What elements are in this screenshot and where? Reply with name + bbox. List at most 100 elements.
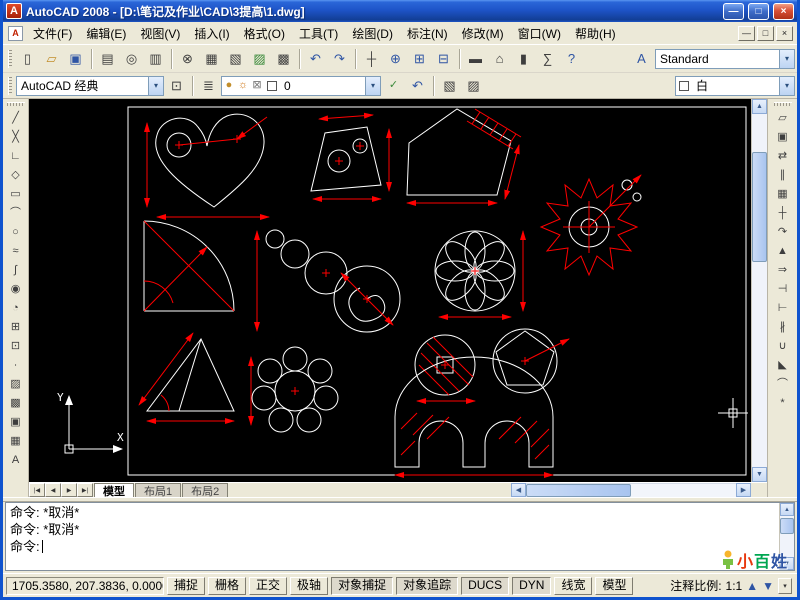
join-button[interactable]: ∪ [772,337,794,356]
revision-cloud-button[interactable]: ≈ [5,242,27,261]
status-menu-caret[interactable]: ▾ [778,578,792,594]
insert-block-button[interactable]: ⊞ [5,318,27,337]
model-tab[interactable]: 模型 [94,483,134,497]
scale-button[interactable]: ▲ [772,242,794,261]
horizontal-scrollbar-thumb[interactable] [526,484,631,497]
coordinates-display[interactable]: 1705.3580, 207.3836, 0.0000 [6,577,164,595]
make-block-button[interactable]: ⊡ [5,337,27,356]
command-input[interactable]: 命令: [10,538,775,555]
layer-previous-button[interactable]: ↶ [406,75,429,97]
close-button[interactable]: × [773,3,794,20]
trim-button[interactable]: ⊣ [772,280,794,299]
horizontal-scrollbar-track[interactable] [526,483,736,497]
offset-button[interactable]: ∥ [772,166,794,185]
region-button[interactable]: ▣ [5,413,27,432]
undo-button[interactable]: ↶ [304,48,327,70]
drawing-canvas[interactable]: Y X [29,99,751,482]
cut-button[interactable]: ⊗ [176,48,199,70]
chevron-down-icon[interactable]: ▾ [365,77,380,95]
menu-help[interactable]: 帮助(H) [568,22,623,45]
zoom-window-button[interactable]: ⊞ [408,48,431,70]
scroll-up-button[interactable]: ▲ [780,503,794,516]
qnew-button[interactable]: ▯ [16,48,39,70]
menu-draw[interactable]: 绘图(D) [345,22,400,45]
erase-button[interactable]: ▱ [772,109,794,128]
pan-button[interactable]: ┼ [360,48,383,70]
model-toggle[interactable]: 模型 [595,577,633,595]
annotation-autoscale-icon[interactable]: ▼ [762,580,774,592]
circle-button[interactable]: ○ [5,223,27,242]
table-button[interactable]: ▦ [5,432,27,451]
layer-isolate-button[interactable]: ▧ [438,75,461,97]
layer-properties-button[interactable]: ≣ [197,75,220,97]
layout2-tab[interactable]: 布局2 [182,483,228,497]
chamfer-button[interactable]: ◣ [772,356,794,375]
properties-button[interactable]: ▬ [464,48,487,70]
zoom-realtime-button[interactable]: ⊕ [384,48,407,70]
command-scrollbar-thumb[interactable] [780,518,794,534]
maximize-button[interactable]: □ [748,3,769,20]
snap-toggle[interactable]: 捕捉 [167,577,205,595]
explode-button[interactable]: * [772,394,794,413]
chevron-down-icon[interactable]: ▾ [779,77,794,95]
point-button[interactable]: ∙ [5,356,27,375]
copy-object-button[interactable]: ▣ [772,128,794,147]
layer-color-swatch[interactable] [267,81,277,91]
otrack-toggle[interactable]: 对象追踪 [396,577,458,595]
scroll-right-button[interactable]: ▶ [736,483,751,497]
chevron-down-icon[interactable]: ▾ [148,77,163,95]
array-button[interactable]: ▦ [772,185,794,204]
ellipse-arc-button[interactable]: ◔ [5,299,27,318]
help-button[interactable]: ? [560,48,583,70]
menu-view[interactable]: 视图(V) [133,22,187,45]
fillet-button[interactable]: ⌒ [772,375,794,394]
menu-file[interactable]: 文件(F) [26,22,79,45]
paste-button[interactable]: ▧ [224,48,247,70]
scroll-down-button[interactable]: ▼ [752,467,767,482]
lineweight-toggle[interactable]: 线宽 [554,577,592,595]
break-button[interactable]: ∦ [772,318,794,337]
polyline-button[interactable]: ∟ [5,147,27,166]
ducs-toggle[interactable]: DUCS [461,577,509,595]
designcenter-button[interactable]: ⌂ [488,48,511,70]
plot-preview-button[interactable]: ◎ [120,48,143,70]
menu-format[interactable]: 格式(O) [237,22,292,45]
vertical-scrollbar-thumb[interactable] [752,152,767,262]
menu-edit[interactable]: 编辑(E) [79,22,133,45]
minimize-button[interactable]: — [723,3,744,20]
vertical-scrollbar-track[interactable] [752,114,767,467]
gradient-button[interactable]: ▩ [5,394,27,413]
open-button[interactable]: ▱ [40,48,63,70]
rotate-button[interactable]: ↷ [772,223,794,242]
menu-tools[interactable]: 工具(T) [292,22,345,45]
polygon-button[interactable]: ◇ [5,166,27,185]
style-combo[interactable]: Standard ▾ [655,49,795,69]
annotation-visibility-icon[interactable]: ▲ [746,580,758,592]
move-button[interactable]: ┼ [772,204,794,223]
grid-toggle[interactable]: 栅格 [208,577,246,595]
mirror-button[interactable]: ⇄ [772,147,794,166]
scroll-up-button[interactable]: ▲ [752,99,767,114]
prev-tab-button[interactable]: ◀ [45,483,61,497]
tool-palettes-button[interactable]: ▮ [512,48,535,70]
hatch-button[interactable]: ▨ [5,375,27,394]
last-tab-button[interactable]: ▶| [77,483,93,497]
rectangle-button[interactable]: ▭ [5,185,27,204]
dyn-toggle[interactable]: DYN [512,577,551,595]
redo-button[interactable]: ↷ [328,48,351,70]
line-button[interactable]: ╱ [5,109,27,128]
workspace-settings-button[interactable]: ⊡ [165,75,188,97]
quickcalc-button[interactable]: ∑ [536,48,559,70]
layout1-tab[interactable]: 布局1 [135,483,181,497]
color-combo[interactable]: 白 ▾ [675,76,795,96]
text-style-button[interactable]: A [630,48,653,70]
chevron-down-icon[interactable]: ▾ [779,50,794,68]
plot-button[interactable]: ▤ [96,48,119,70]
ortho-toggle[interactable]: 正交 [249,577,287,595]
match-properties-button[interactable]: ▨ [248,48,271,70]
first-tab-button[interactable]: |◀ [29,483,45,497]
layer-on-bulb-icon[interactable]: ● [222,80,236,91]
next-tab-button[interactable]: ▶ [61,483,77,497]
ellipse-button[interactable]: ◉ [5,280,27,299]
construction-line-button[interactable]: ╳ [5,128,27,147]
